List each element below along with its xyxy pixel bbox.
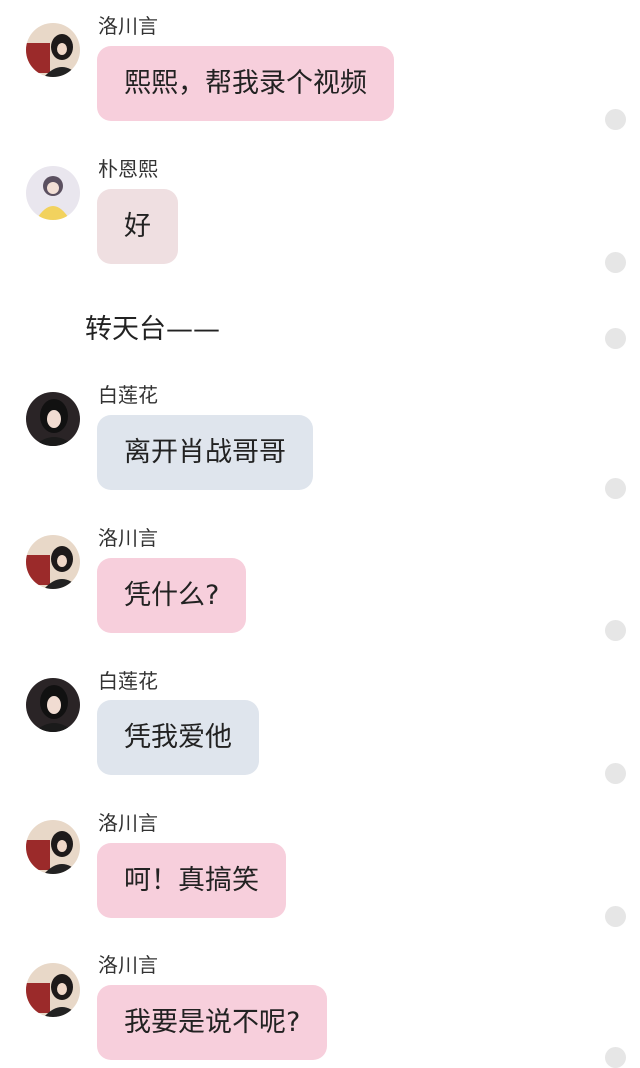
bai-avatar[interactable] <box>26 678 80 732</box>
bai-avatar[interactable] <box>26 392 80 446</box>
sender-name: 洛川言 <box>98 14 158 38</box>
sender-name: 洛川言 <box>98 526 158 550</box>
sender-name: 洛川言 <box>98 953 158 977</box>
sender-name: 白莲花 <box>98 383 158 407</box>
message-bubble[interactable]: 我要是说不呢? <box>97 985 328 1060</box>
sender-name: 白莲花 <box>98 669 158 693</box>
status-dot <box>605 906 626 927</box>
status-dot <box>605 1047 626 1068</box>
sender-name: 洛川言 <box>98 811 158 835</box>
luo-avatar[interactable] <box>26 963 80 1017</box>
message-bubble[interactable]: 凭什么? <box>97 558 247 633</box>
status-dot <box>605 252 626 273</box>
message-bubble[interactable]: 呵！真搞笑 <box>97 843 286 918</box>
narration-text: 转天台—— <box>85 314 220 345</box>
pu-avatar[interactable] <box>26 166 80 220</box>
status-dot <box>605 478 626 499</box>
message-bubble[interactable]: 凭我爱他 <box>97 700 259 775</box>
status-dot <box>605 109 626 130</box>
status-dot <box>605 620 626 641</box>
message-bubble[interactable]: 好 <box>97 189 178 264</box>
status-dot <box>605 763 626 784</box>
luo-avatar[interactable] <box>26 23 80 77</box>
luo-avatar[interactable] <box>26 820 80 874</box>
message-bubble[interactable]: 离开肖战哥哥 <box>97 415 313 490</box>
message-bubble[interactable]: 熙熙，帮我录个视频 <box>97 46 394 121</box>
luo-avatar[interactable] <box>26 535 80 589</box>
sender-name: 朴恩熙 <box>98 157 158 181</box>
status-dot <box>605 328 626 349</box>
